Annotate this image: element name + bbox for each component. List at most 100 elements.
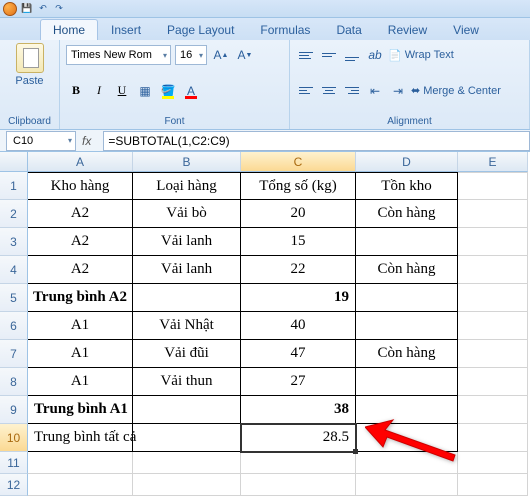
cell-A9[interactable]: Trung bình A1: [28, 396, 133, 424]
cell-C9[interactable]: 38: [241, 396, 356, 424]
increase-indent-button[interactable]: ⇥: [388, 81, 408, 101]
cell-D10[interactable]: [356, 424, 458, 452]
select-all-corner[interactable]: [0, 152, 28, 172]
cell-B11[interactable]: [133, 452, 241, 474]
paste-button[interactable]: Paste: [6, 43, 53, 87]
cell-B4[interactable]: Vải lanh: [133, 256, 241, 284]
cell-D3[interactable]: [356, 228, 458, 256]
cell-C3[interactable]: 15: [241, 228, 356, 256]
cell-B6[interactable]: Vải Nhật: [133, 312, 241, 340]
decrease-indent-button[interactable]: ⇤: [365, 81, 385, 101]
cell-B12[interactable]: [133, 474, 241, 496]
cell-E7[interactable]: [458, 340, 528, 368]
office-button[interactable]: [3, 2, 17, 16]
align-right-button[interactable]: [342, 81, 362, 101]
name-box[interactable]: C10: [6, 131, 76, 151]
cell-D4[interactable]: Còn hàng: [356, 256, 458, 284]
cell-D8[interactable]: [356, 368, 458, 396]
cell-E2[interactable]: [458, 200, 528, 228]
cell-E10[interactable]: [458, 424, 528, 452]
row-header-11[interactable]: 11: [0, 452, 28, 474]
align-middle-button[interactable]: [319, 45, 339, 65]
cell-A12[interactable]: [28, 474, 133, 496]
row-header-1[interactable]: 1: [0, 172, 28, 200]
cell-C1[interactable]: Tổng số (kg): [241, 172, 356, 200]
cell-B1[interactable]: Loại hàng: [133, 172, 241, 200]
cell-D1[interactable]: Tồn kho: [356, 172, 458, 200]
cell-E3[interactable]: [458, 228, 528, 256]
cell-D12[interactable]: [356, 474, 458, 496]
cell-C6[interactable]: 40: [241, 312, 356, 340]
border-button[interactable]: ▦: [135, 81, 155, 101]
row-header-3[interactable]: 3: [0, 228, 28, 256]
redo-icon[interactable]: ↷: [53, 3, 65, 15]
wrap-text-button[interactable]: 📄 Wrap Text: [388, 49, 454, 62]
cell-A7[interactable]: A1: [28, 340, 133, 368]
tab-home[interactable]: Home: [40, 19, 98, 40]
row-header-6[interactable]: 6: [0, 312, 28, 340]
cell-A8[interactable]: A1: [28, 368, 133, 396]
fill-color-button[interactable]: 🪣: [158, 81, 178, 101]
cell-E9[interactable]: [458, 396, 528, 424]
tab-data[interactable]: Data: [323, 19, 374, 40]
row-header-4[interactable]: 4: [0, 256, 28, 284]
cell-D7[interactable]: Còn hàng: [356, 340, 458, 368]
cell-B3[interactable]: Vải lanh: [133, 228, 241, 256]
align-top-button[interactable]: [296, 45, 316, 65]
tab-insert[interactable]: Insert: [98, 19, 154, 40]
cell-A10[interactable]: Trung bình tất cả: [28, 424, 133, 452]
shrink-font-button[interactable]: A▼: [235, 45, 255, 65]
cell-C8[interactable]: 27: [241, 368, 356, 396]
cell-D9[interactable]: [356, 396, 458, 424]
align-center-button[interactable]: [319, 81, 339, 101]
cell-C2[interactable]: 20: [241, 200, 356, 228]
cell-C7[interactable]: 47: [241, 340, 356, 368]
grow-font-button[interactable]: A▲: [211, 45, 231, 65]
cell-D2[interactable]: Còn hàng: [356, 200, 458, 228]
cell-C11[interactable]: [241, 452, 356, 474]
cell-D5[interactable]: [356, 284, 458, 312]
cell-C4[interactable]: 22: [241, 256, 356, 284]
orientation-button[interactable]: ab: [365, 45, 385, 65]
formula-input[interactable]: =SUBTOTAL(1,C2:C9): [103, 131, 530, 151]
cell-E4[interactable]: [458, 256, 528, 284]
cell-E12[interactable]: [458, 474, 528, 496]
col-header-E[interactable]: E: [458, 152, 528, 172]
cell-B2[interactable]: Vải bò: [133, 200, 241, 228]
cell-B7[interactable]: Vải đũi: [133, 340, 241, 368]
cell-E5[interactable]: [458, 284, 528, 312]
tab-page-layout[interactable]: Page Layout: [154, 19, 247, 40]
cell-B10[interactable]: [133, 424, 241, 452]
cell-A5[interactable]: Trung bình A2: [28, 284, 133, 312]
col-header-B[interactable]: B: [133, 152, 241, 172]
col-header-C[interactable]: C: [241, 152, 356, 172]
cell-B5[interactable]: [133, 284, 241, 312]
bold-button[interactable]: B: [66, 81, 86, 101]
cell-C10[interactable]: 28.5: [241, 424, 356, 452]
cell-C5[interactable]: 19: [241, 284, 356, 312]
col-header-A[interactable]: A: [28, 152, 133, 172]
cell-E11[interactable]: [458, 452, 528, 474]
row-header-10[interactable]: 10: [0, 424, 28, 452]
col-header-D[interactable]: D: [356, 152, 458, 172]
cell-A11[interactable]: [28, 452, 133, 474]
font-size-combo[interactable]: 16: [175, 45, 207, 65]
tab-view[interactable]: View: [440, 19, 492, 40]
cell-A4[interactable]: A2: [28, 256, 133, 284]
cell-A1[interactable]: Kho hàng: [28, 172, 133, 200]
cell-B9[interactable]: [133, 396, 241, 424]
tab-formulas[interactable]: Formulas: [247, 19, 323, 40]
underline-button[interactable]: U: [112, 81, 132, 101]
cell-E8[interactable]: [458, 368, 528, 396]
italic-button[interactable]: I: [89, 81, 109, 101]
tab-review[interactable]: Review: [375, 19, 440, 40]
font-color-button[interactable]: A: [181, 81, 201, 101]
cell-D11[interactable]: [356, 452, 458, 474]
row-header-8[interactable]: 8: [0, 368, 28, 396]
row-header-7[interactable]: 7: [0, 340, 28, 368]
cell-A2[interactable]: A2: [28, 200, 133, 228]
fx-icon[interactable]: fx: [82, 134, 91, 148]
cell-A3[interactable]: A2: [28, 228, 133, 256]
merge-center-button[interactable]: ⬌ Merge & Center: [411, 84, 501, 97]
font-name-combo[interactable]: Times New Rom: [66, 45, 171, 65]
